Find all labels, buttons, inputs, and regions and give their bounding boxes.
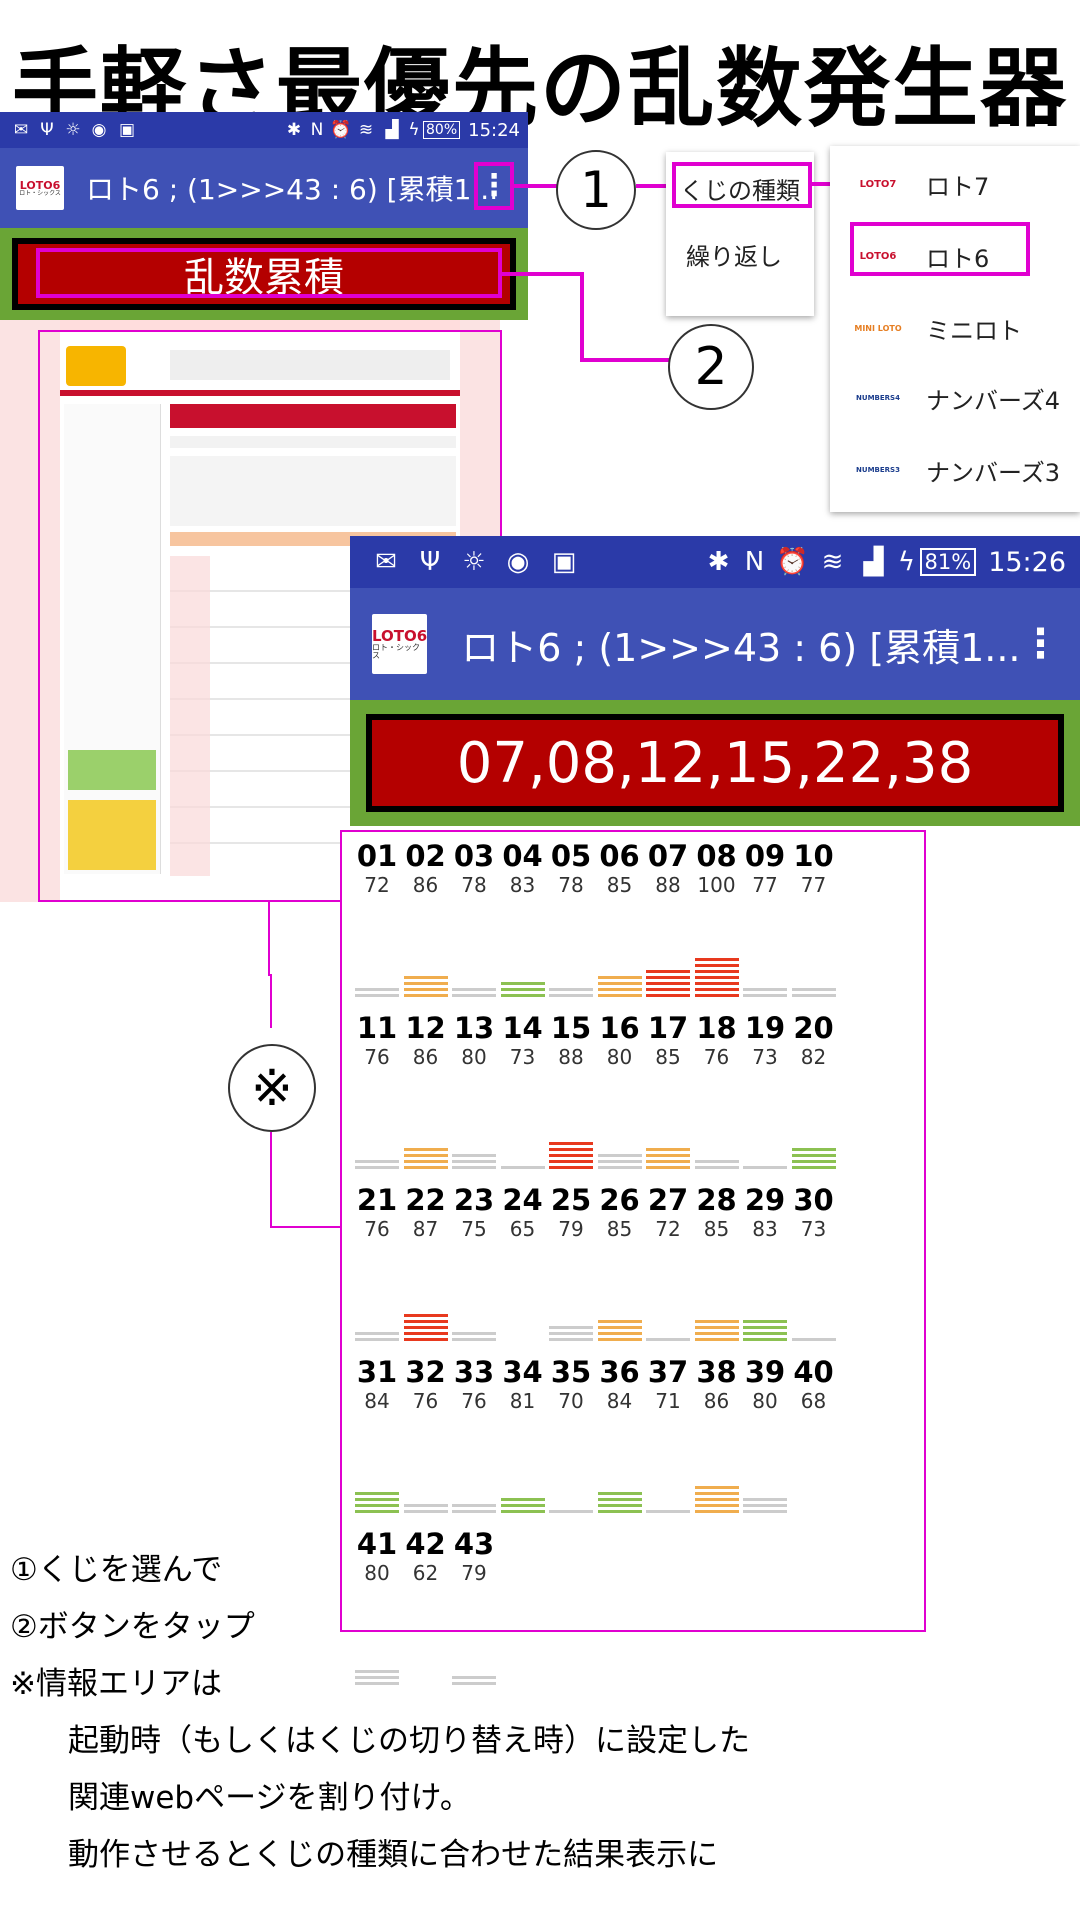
lottery-type-highlight — [672, 162, 812, 208]
loto6-highlight — [850, 222, 1030, 276]
battery-level: 81% — [919, 548, 977, 576]
note-line: 動作させるとくじの種類に合わせた結果表示に — [68, 1837, 719, 1873]
lottery-type-menu: LOTO7 ロト7 LOTO6 ロト6 MINI LOTO ミニロト NUMBE… — [830, 146, 1080, 512]
nfc-icon: N — [310, 120, 324, 140]
note-line: ①くじを選んで — [10, 1552, 223, 1588]
marker-1: 1 — [556, 150, 636, 230]
marker-ref: ※ — [228, 1044, 316, 1132]
alarm-icon: ⏰ — [330, 120, 352, 140]
miniloto-logo: MINI LOTO — [854, 309, 902, 347]
menu-item-miniloto[interactable]: MINI LOTO ミニロト — [830, 302, 1080, 354]
loto6-logo: LOTO6 ロト・シックス — [16, 166, 64, 210]
wifi-icon: ≋ — [358, 120, 374, 140]
bulb-icon: ☼ — [462, 547, 486, 577]
app-bar: LOTO6 ロト・シックス ロト6 ; (1>>>43 : 6) [累積1... — [0, 148, 528, 228]
signal-icon: ▟ — [863, 547, 884, 577]
message-icon: ✉ — [375, 547, 397, 577]
menu-item-numbers3[interactable]: NUMBERS3 ナンバーズ3 — [830, 444, 1080, 496]
battery-level: 80% — [423, 121, 461, 139]
usb-icon: Ψ — [419, 547, 441, 577]
loto6-logo: LOTO6 ロト・シックス — [372, 614, 428, 674]
menu-item-repeat[interactable]: 繰り返し — [666, 228, 814, 280]
clock: 15:26 — [988, 546, 1066, 578]
note-line: 起動時（もしくはくじの切り替え時）に設定した — [68, 1723, 750, 1759]
bluetooth-icon: ✱ — [286, 120, 302, 140]
app-icon: ▣ — [118, 120, 136, 140]
bluetooth-icon: ✱ — [707, 547, 730, 577]
signal-icon: ▟ — [385, 120, 399, 140]
app-bar-2: LOTO6 ロト・シックス ロト6 ; (1>>>43 : 6) [累積1...… — [350, 588, 1080, 700]
status-bar: ✉ Ψ ☼ ◉ ▣ ✱ N ⏰ ≋ ▟ ϟ 80% 15:24 — [0, 112, 528, 148]
overflow-menu-icon[interactable]: ⋮ — [1021, 621, 1061, 667]
chrome-icon: ◉ — [91, 120, 107, 140]
clock: 15:24 — [468, 119, 520, 141]
info-area-highlight — [340, 830, 926, 1632]
app-icon: ▣ — [551, 547, 577, 577]
random-accumulate-button[interactable]: 07,08,12,15,22,38 — [366, 714, 1064, 812]
app-title: ロト6 ; (1>>>43 : 6) [累積1... — [86, 173, 499, 206]
bulb-icon: ☼ — [65, 120, 81, 140]
charging-icon: ϟ — [897, 547, 916, 577]
result-area: 07,08,12,15,22,38 — [350, 700, 1080, 826]
usb-icon: Ψ — [40, 120, 54, 140]
alarm-icon: ⏰ — [776, 547, 809, 577]
wifi-icon: ≋ — [821, 547, 844, 577]
overflow-menu-button[interactable]: ⋮ — [474, 162, 514, 210]
menu-item-numbers4[interactable]: NUMBERS4 ナンバーズ4 — [830, 372, 1080, 424]
note-line: 関連webページを割り付け。 — [68, 1780, 471, 1816]
charging-icon: ϟ — [408, 120, 420, 140]
status-bar-2: ✉ Ψ ☼ ◉ ▣ ✱ N ⏰ ≋ ▟ ϟ 81% 15:26 — [350, 536, 1080, 588]
note-line: ②ボタンをタップ — [10, 1609, 255, 1645]
nfc-icon: N — [744, 547, 765, 577]
message-icon: ✉ — [13, 120, 29, 140]
menu-item-loto7[interactable]: LOTO7 ロト7 — [830, 158, 1080, 210]
marker-2: 2 — [668, 324, 754, 410]
numbers4-logo: NUMBERS4 — [854, 379, 902, 417]
chrome-icon: ◉ — [506, 547, 530, 577]
note-line: ※情報エリアは — [10, 1666, 222, 1702]
numbers3-logo: NUMBERS3 — [854, 451, 902, 489]
app-title: ロト6 ; (1>>>43 : 6) [累積1... — [461, 625, 1021, 670]
instructions: ①くじを選んで ②ボタンをタップ ※情報エリアは 起動時（もしくはくじの切り替え… — [10, 1542, 890, 1884]
result-numbers: 07,08,12,15,22,38 — [456, 730, 974, 796]
loto7-logo: LOTO7 — [854, 165, 902, 203]
button-highlight — [36, 248, 502, 298]
